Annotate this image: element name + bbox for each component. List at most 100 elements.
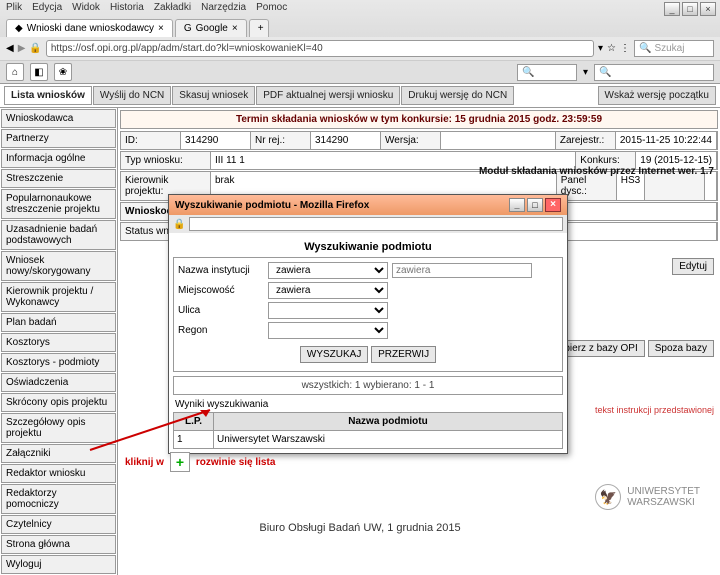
helper-text: tekst instrukcji przedstawionej [595, 405, 714, 415]
tab-drukuj[interactable]: Drukuj wersję do NCN [401, 86, 514, 105]
new-tab-button[interactable]: + [249, 19, 269, 37]
id-value: 314290 [181, 132, 251, 149]
zarej-label: Zarejestr.: [556, 132, 616, 149]
col-name: Nazwa podmiotu [214, 413, 563, 431]
sidebar-item-wyloguj[interactable]: Wyloguj [1, 555, 116, 574]
dlg-lock-icon: 🔒 [173, 219, 185, 230]
table-row[interactable]: 1 Uniwersytet Warszawski [174, 431, 563, 449]
sidebar-item-oswiadczenia[interactable]: Oświadczenia [1, 373, 116, 392]
nazwa-label: Nazwa instytucji [178, 265, 268, 276]
edit-button[interactable]: Edytuj [672, 258, 714, 275]
sidebar-item-kosztorys-podmioty[interactable]: Kosztorys - podmioty [1, 353, 116, 372]
regon-select[interactable] [268, 322, 388, 339]
back-icon[interactable]: ◀ [6, 43, 14, 54]
dlg-maximize-icon[interactable]: □ [527, 198, 543, 212]
ulica-select[interactable] [268, 302, 388, 319]
sidebar-item-kierownik[interactable]: Kierownik projektu / Wykonawcy [1, 282, 116, 312]
spoza-button[interactable]: Spoza bazy [648, 340, 714, 357]
maximize-icon[interactable]: □ [682, 2, 698, 16]
miejsc-select[interactable]: zawiera [268, 282, 388, 299]
typ-label: Typ wniosku: [121, 152, 211, 169]
sidebar-item-partnerzy[interactable]: Partnerzy [1, 129, 116, 148]
plus-icon: + [170, 452, 190, 472]
annotation: kliknij w + rozwinie się lista [125, 452, 275, 472]
id-label: ID: [121, 132, 181, 149]
menu-view[interactable]: Widok [72, 2, 100, 13]
tab-pdf[interactable]: PDF aktualnej wersji wniosku [256, 86, 400, 105]
tab-label: Google [196, 23, 228, 34]
menu-bookmarks[interactable]: Zakładki [154, 2, 191, 13]
menu-edit[interactable]: Edycja [32, 2, 62, 13]
search-icon: 🔍 [522, 67, 534, 78]
tab-close-icon[interactable]: × [232, 23, 238, 34]
annot-text1: kliknij w [125, 457, 164, 468]
dlg-minimize-icon[interactable]: _ [509, 198, 525, 212]
forward-icon[interactable]: ▶ [18, 43, 26, 54]
cell-name: Uniwersytet Warszawski [214, 431, 563, 449]
nr-value: 314290 [311, 132, 381, 149]
sidebar-item-plan[interactable]: Plan badań [1, 313, 116, 332]
tab-skasuj[interactable]: Skasuj wniosek [172, 86, 255, 105]
dlg-address-input[interactable] [189, 217, 563, 231]
menu-history[interactable]: Historia [110, 2, 144, 13]
zarej-value: 2015-11-25 10:22:44 [616, 132, 717, 149]
result-count: wszystkich: 1 wybierano: 1 - 1 [173, 376, 563, 395]
eagle-icon: 🦅 [595, 484, 621, 510]
menu-tools[interactable]: Narzędzia [201, 2, 246, 13]
dlg-close-icon[interactable]: × [545, 198, 561, 212]
sidebar-item-wniosek[interactable]: Wniosek nowy/skorygowany [1, 251, 116, 281]
search-button[interactable]: WYSZUKAJ [300, 346, 368, 363]
nazwa-select[interactable]: zawiera [268, 262, 388, 279]
tab-lista[interactable]: Lista wniosków [4, 86, 92, 105]
more-icon[interactable]: ⋮ [620, 43, 630, 54]
dialog-titlebar[interactable]: Wyszukiwanie podmiotu - Mozilla Firefox … [169, 195, 567, 215]
sidebar-item-strona-glowna[interactable]: Strona główna [1, 535, 116, 554]
clear-button[interactable]: PRZERWIJ [371, 346, 436, 363]
extension-search[interactable]: 🔍 [594, 64, 714, 81]
sidebar-item-redaktor[interactable]: Redaktor wniosku [1, 464, 116, 483]
version-select[interactable]: Wskaż wersję początku [598, 86, 716, 105]
sidebar-item-popularnonaukowe[interactable]: Popularnonaukowe streszczenie projektu [1, 189, 116, 219]
miejsc-label: Miejscowość [178, 285, 268, 296]
close-icon[interactable]: × [700, 2, 716, 16]
lock-icon: 🔒 [29, 43, 41, 54]
tab-close-icon[interactable]: × [158, 23, 164, 34]
menu-file[interactable]: Plik [6, 2, 22, 13]
dialog-title: Wyszukiwanie podmiotu - Mozilla Firefox [175, 200, 369, 211]
bookmark-icon[interactable]: ☆ [607, 43, 616, 54]
search-input[interactable]: 🔍 Szukaj [634, 40, 714, 57]
dropdown-icon[interactable]: ▾ [598, 43, 603, 54]
home-icon[interactable]: ⌂ [6, 63, 24, 81]
sidebar-item-info[interactable]: Informacja ogólne [1, 149, 116, 168]
search-icon: 🔍 [599, 67, 611, 78]
browser-tab-google[interactable]: G Google × [175, 19, 247, 37]
regon-label: Regon [178, 325, 268, 336]
sidebar-item-wnioskodawca[interactable]: Wnioskodawca [1, 109, 116, 128]
annot-text2: rozwinie się lista [196, 457, 275, 468]
results-table: L.P. Nazwa podmiotu 1 Uniwersytet Warsza… [173, 412, 563, 449]
nazwa-input[interactable] [392, 263, 532, 278]
wersja-label: Wersja: [381, 132, 441, 149]
sidebar-item-streszczenie[interactable]: Streszczenie [1, 169, 116, 188]
minimize-icon[interactable]: _ [664, 2, 680, 16]
deadline-banner: Termin składania wniosków w tym konkursi… [120, 110, 718, 129]
university-logo: 🦅 UNIWERSYTET WARSZAWSKI [595, 484, 700, 510]
module-header: Moduł składania wniosków przez Internet … [479, 166, 714, 177]
tool-icon-2[interactable]: ❀ [54, 63, 72, 81]
secondary-search[interactable]: 🔍 [517, 64, 577, 81]
tab-favicon: ◆ [15, 23, 23, 34]
tool-icon-1[interactable]: ◧ [30, 63, 48, 81]
tab-wyslij[interactable]: Wyślij do NCN [93, 86, 171, 105]
sidebar-item-redaktorzy-pom[interactable]: Redaktorzy pomocniczy [1, 484, 116, 514]
nr-label: Nr rej.: [251, 132, 311, 149]
sidebar-item-uzasadnienie[interactable]: Uzasadnienie badań podstawowych [1, 220, 116, 250]
browser-tab-main[interactable]: ◆ Wnioski dane wnioskodawcy × [6, 19, 173, 37]
tab-label: Wnioski dane wnioskodawcy [27, 23, 154, 34]
sidebar: Wnioskodawca Partnerzy Informacja ogólne… [0, 108, 118, 575]
sidebar-item-kosztorys[interactable]: Kosztorys [1, 333, 116, 352]
chevron-down-icon[interactable]: ▾ [583, 67, 588, 78]
menu-help[interactable]: Pomoc [256, 2, 287, 13]
address-input[interactable]: https://osf.opi.org.pl/app/adm/start.do?… [46, 40, 594, 57]
ulica-label: Ulica [178, 305, 268, 316]
annotation-arrow [80, 405, 230, 455]
